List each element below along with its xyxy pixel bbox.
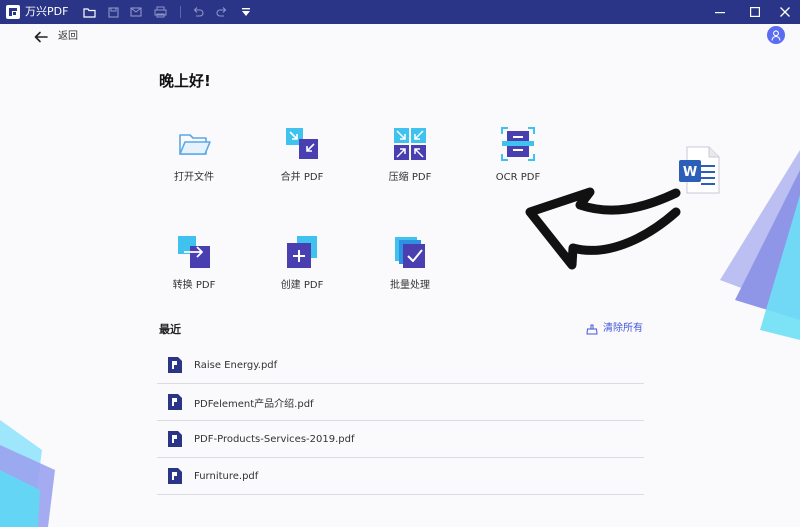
clear-all-button[interactable]: 清除所有 (586, 322, 643, 336)
tool-label: 合并 PDF (280, 172, 324, 183)
svg-text:W: W (683, 165, 697, 180)
ocr-pdf-icon (501, 127, 535, 161)
file-name: Raise Energy.pdf (194, 359, 278, 371)
tool-label: 打开文件 (174, 172, 214, 183)
merge-pdf-icon (286, 128, 318, 159)
word-document-icon: W (679, 146, 720, 194)
tool-convert-pdf[interactable]: 转换 PDF (149, 235, 239, 293)
list-item[interactable]: PDFelement产品介绍.pdf (157, 384, 644, 421)
tool-label: 批量处理 (390, 280, 430, 291)
pdf-file-icon (168, 394, 182, 410)
tool-compress-pdf[interactable]: 压缩 PDF (365, 127, 455, 185)
tool-label: 压缩 PDF (388, 172, 432, 183)
tool-label: OCR PDF (495, 172, 541, 183)
back-button[interactable] (34, 29, 48, 45)
greeting-heading: 晚上好! (159, 72, 211, 90)
create-pdf-icon (287, 236, 317, 268)
file-name: Furniture.pdf (194, 470, 259, 482)
recent-section-title: 最近 (159, 323, 181, 336)
pdf-file-icon (168, 468, 182, 484)
batch-process-icon (395, 237, 425, 268)
list-item[interactable]: Raise Energy.pdf (157, 347, 644, 384)
list-item[interactable]: PDF-Products-Services-2019.pdf (157, 421, 644, 458)
back-label[interactable]: 返回 (58, 30, 78, 44)
tool-batch-process[interactable]: 批量处理 (365, 235, 455, 293)
arrow-left-icon (34, 31, 48, 43)
user-avatar[interactable] (767, 26, 785, 44)
tool-label: 转换 PDF (172, 280, 216, 291)
compress-pdf-icon (394, 128, 426, 160)
list-item[interactable]: Furniture.pdf (157, 458, 644, 495)
file-name: PDF-Products-Services-2019.pdf (194, 433, 355, 445)
pdf-file-icon (168, 357, 182, 373)
tool-ocr-pdf[interactable]: OCR PDF (473, 127, 563, 185)
broom-icon (586, 324, 598, 334)
tool-open-file[interactable]: 打开文件 (149, 127, 239, 185)
tool-create-pdf[interactable]: 创建 PDF (257, 235, 347, 293)
user-icon (771, 29, 781, 41)
clear-all-label: 清除所有 (603, 323, 643, 334)
recent-file-list: Raise Energy.pdf PDFelement产品介绍.pdf PDF-… (157, 347, 644, 495)
tool-merge-pdf[interactable]: 合并 PDF (257, 127, 347, 185)
folder-open-icon (179, 134, 211, 155)
file-name: PDFelement产品介绍.pdf (194, 398, 314, 410)
tool-label: 创建 PDF (280, 280, 324, 291)
pdf-file-icon (168, 431, 182, 447)
convert-pdf-icon (178, 236, 210, 268)
